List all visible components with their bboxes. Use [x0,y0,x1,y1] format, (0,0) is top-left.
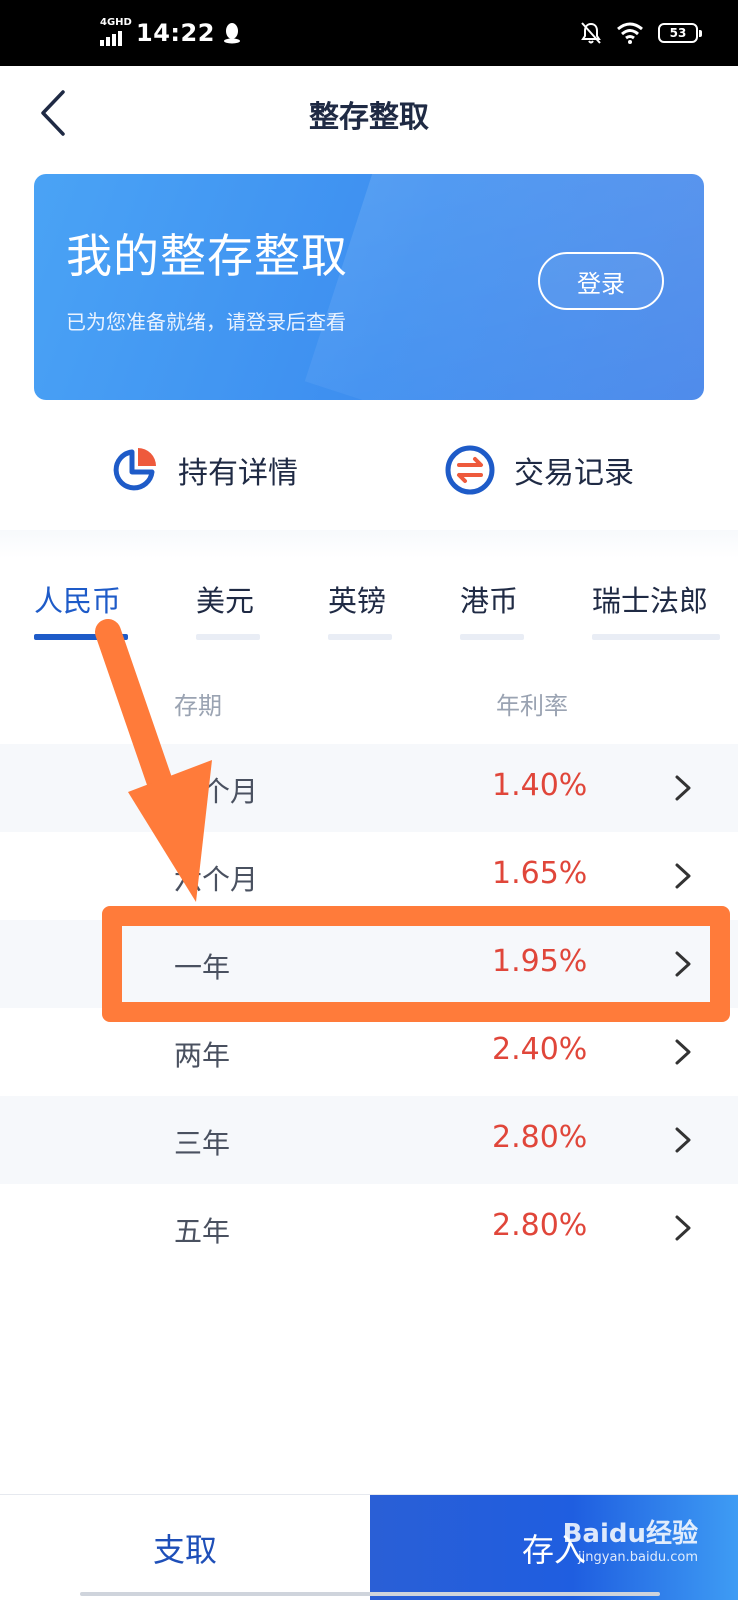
tab-underline [328,634,392,640]
row-rate: 1.65% [492,856,588,891]
withdraw-button[interactable]: 支取 [0,1495,370,1600]
bottom-action-bar: 支取 存入 Baidu经验 jingyan.baidu.com [0,1494,738,1600]
deposit-banner: 我的整存整取 已为您准备就绪，请登录后查看 登录 [34,174,704,400]
quick-links: 持有详情 交易记录 [0,430,738,510]
tab-underline [592,634,720,640]
page-header: 整存整取 [0,66,738,158]
table-row[interactable]: 三个月 1.40% [0,744,738,832]
baidu-watermark: Baidu经验 jingyan.baidu.com [563,1513,698,1573]
watermark-main: Baidu经验 [562,1519,698,1549]
row-term: 三个月 [174,775,259,808]
login-button[interactable]: 登录 [538,252,664,310]
tab-underline [196,634,260,640]
tab-chf[interactable]: 瑞士法郎 [592,560,720,644]
home-indicator [80,1592,660,1596]
transaction-records-label: 交易记录 [514,456,634,491]
rate-table-header: 存期 年利率 [0,678,738,728]
pie-chart-icon [113,448,156,491]
rate-column-header: 年利率 [496,692,568,720]
wifi-icon [617,22,643,44]
deposit-button[interactable]: 存入 Baidu经验 jingyan.baidu.com [370,1495,738,1600]
tab-rmb[interactable]: 人民币 [34,560,128,644]
tab-label: 美元 [196,584,255,618]
chevron-right-icon [675,1039,691,1065]
banner-subtitle: 已为您准备就绪，请登录后查看 [66,310,346,334]
watermark-sub: jingyan.baidu.com [578,1550,698,1565]
mute-icon [581,22,601,44]
network-type: 4GHD [100,17,132,28]
tab-underline [460,634,524,640]
chevron-right-icon [675,1215,691,1241]
qq-notification-icon [223,23,240,44]
cellular-signal-icon: 4GHD [100,18,132,48]
row-rate: 2.80% [492,1120,588,1155]
row-term: 五年 [174,1215,231,1248]
tab-underline [34,634,128,640]
section-divider [0,530,738,558]
holding-details-label: 持有详情 [178,456,298,491]
battery-level: 53 [669,26,687,40]
status-left: 4GHD 14:22 [100,0,241,66]
tab-label: 英镑 [328,584,387,618]
holding-details-link[interactable]: 持有详情 [108,430,298,510]
row-rate: 2.40% [492,1032,588,1067]
row-rate: 2.80% [492,1208,588,1243]
chevron-right-icon [675,863,691,889]
currency-tabs: 人民币 美元 英镑 港币 瑞士法郎 [0,560,738,644]
row-term: 两年 [174,1039,231,1072]
table-row[interactable]: 三年 2.80% [0,1096,738,1184]
highlight-box-annotation [102,906,730,1022]
chevron-right-icon [675,1127,691,1153]
status-right: 53 [580,0,702,66]
chevron-right-icon [675,775,691,801]
status-time: 14:22 [136,19,215,47]
row-rate: 1.40% [492,768,588,803]
tab-label: 人民币 [34,584,122,618]
exchange-icon [445,445,495,495]
tab-label: 瑞士法郎 [592,584,709,618]
banner-title: 我的整存整取 [66,229,348,283]
row-term: 六个月 [174,863,259,896]
page-title: 整存整取 [309,100,429,135]
tab-hkd[interactable]: 港币 [460,560,524,644]
transaction-records-link[interactable]: 交易记录 [444,430,634,510]
tab-usd[interactable]: 美元 [196,560,260,644]
row-term: 三年 [174,1127,231,1160]
battery-icon: 53 [658,23,702,43]
tab-label: 港币 [460,584,519,618]
tab-gbp[interactable]: 英镑 [328,560,392,644]
status-bar: 4GHD 14:22 53 [0,0,738,66]
term-column-header: 存期 [174,692,222,720]
table-row[interactable]: 五年 2.80% [0,1184,738,1272]
